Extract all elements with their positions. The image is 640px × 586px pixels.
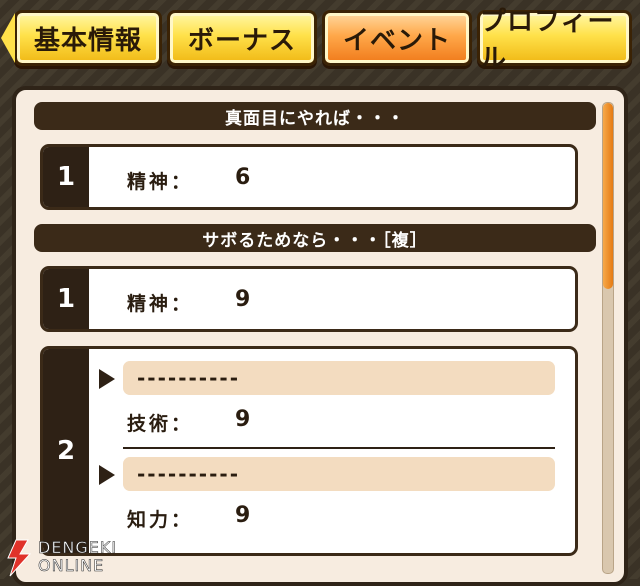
section-title: サボるためなら・・・［複］ (202, 230, 428, 251)
play-arrow-icon (99, 465, 115, 485)
choice-option[interactable]: ---------- (123, 361, 555, 395)
stat-value: 9 (235, 287, 251, 312)
event-entry-card: 1 精神： 6 (40, 144, 578, 210)
event-panel[interactable]: 真面目にやれば・・・ 1 精神： 6 サボるためなら・・・［複］ 1 精神： 9… (12, 86, 628, 586)
play-arrow-icon (99, 369, 115, 389)
stat-value: 9 (235, 407, 251, 432)
entry-number: 1 (43, 147, 89, 207)
event-entry-card-multi: 2 ---------- 技術： 9 ---------- 知力： 9 (40, 346, 578, 556)
watermark-text: DENGEKI (38, 538, 118, 558)
stat-value: 9 (235, 503, 251, 528)
watermark-text: ONLINE (38, 556, 105, 576)
section-title: 真面目にやれば・・・ (225, 108, 405, 129)
tab-bonus[interactable]: ボーナス (167, 10, 317, 66)
tab-profile[interactable]: プロフィール (477, 7, 632, 74)
choice-option[interactable]: ---------- (123, 457, 555, 491)
tab-basic-info[interactable]: 基本情報 (1, 10, 162, 66)
stat-label: 精神： (127, 171, 194, 193)
stat-label: 知力： (127, 509, 194, 531)
tab-bar: 基本情報 ボーナス イベント プロフィール (0, 0, 640, 78)
lightning-logo-icon (7, 539, 32, 577)
divider (123, 447, 555, 449)
tab-left-arrow (1, 13, 15, 63)
tab-label: ボーナス (187, 25, 296, 56)
stat-label: 精神： (127, 293, 194, 315)
scrollbar-track[interactable] (602, 102, 614, 574)
stat-label: 技術： (127, 413, 194, 435)
choice-label: ---------- (137, 366, 241, 390)
tab-event[interactable]: イベント (322, 10, 472, 66)
watermark-logo: DENGEKI ONLINE (2, 538, 132, 578)
section-header: 真面目にやれば・・・ (34, 102, 596, 130)
tab-label: プロフィール (480, 7, 615, 74)
event-entry-card: 1 精神： 9 (40, 266, 578, 332)
stat-value: 6 (235, 165, 251, 190)
choice-label: ---------- (137, 462, 241, 486)
tab-label: 基本情報 (33, 25, 142, 56)
tab-label: イベント (342, 25, 451, 56)
section-header: サボるためなら・・・［複］ (34, 224, 596, 252)
entry-number: 1 (43, 269, 89, 329)
scrollbar-thumb[interactable] (603, 103, 613, 289)
entry-number: 2 (43, 349, 89, 553)
